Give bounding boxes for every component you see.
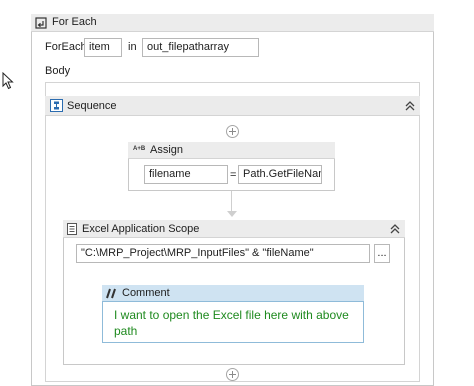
in-label: in — [128, 41, 137, 53]
comment-header[interactable]: Comment — [102, 285, 364, 302]
mouse-cursor-icon — [2, 72, 14, 90]
browse-button[interactable]: ... — [374, 244, 390, 263]
sequence-icon — [50, 99, 63, 112]
connector-arrow-icon — [227, 211, 237, 217]
assign-target-field[interactable]: filename — [144, 165, 228, 184]
foreach-icon — [35, 17, 47, 29]
assign-header[interactable]: A+B Assign — [128, 142, 335, 159]
add-activity-bottom-icon[interactable] — [226, 368, 239, 381]
foreach-header[interactable]: For Each — [31, 14, 434, 32]
comment-icon — [106, 288, 116, 299]
collection-field[interactable]: out_filepatharray — [142, 38, 259, 57]
assign-icon: A+B — [133, 146, 146, 152]
comment-title: Comment — [122, 287, 170, 299]
excel-scope-header[interactable]: Excel Application Scope — [63, 220, 405, 238]
foreach-title: For Each — [52, 16, 97, 28]
excel-scope-icon — [67, 223, 77, 235]
assign-expression-field[interactable]: Path.GetFileName( — [238, 165, 322, 184]
body-label: Body — [45, 65, 71, 77]
equals-sign: = — [230, 169, 237, 181]
excel-scope-title: Excel Application Scope — [82, 223, 200, 235]
comment-text[interactable]: I want to open the Excel file here with … — [114, 307, 359, 339]
double-chevron-up-icon[interactable] — [390, 224, 400, 234]
sequence-title: Sequence — [67, 100, 117, 112]
foreach-label: ForEach — [45, 41, 87, 53]
assign-title: Assign — [150, 144, 184, 156]
workbook-path-field[interactable]: "C:\MRP_Project\MRP_InputFiles" & "fileN… — [76, 244, 370, 263]
sequence-header[interactable]: Sequence — [45, 96, 420, 116]
double-chevron-up-icon[interactable] — [405, 101, 415, 111]
connector-line — [231, 191, 232, 211]
item-variable-field[interactable]: item — [84, 38, 122, 57]
add-activity-top-icon[interactable] — [226, 125, 239, 138]
